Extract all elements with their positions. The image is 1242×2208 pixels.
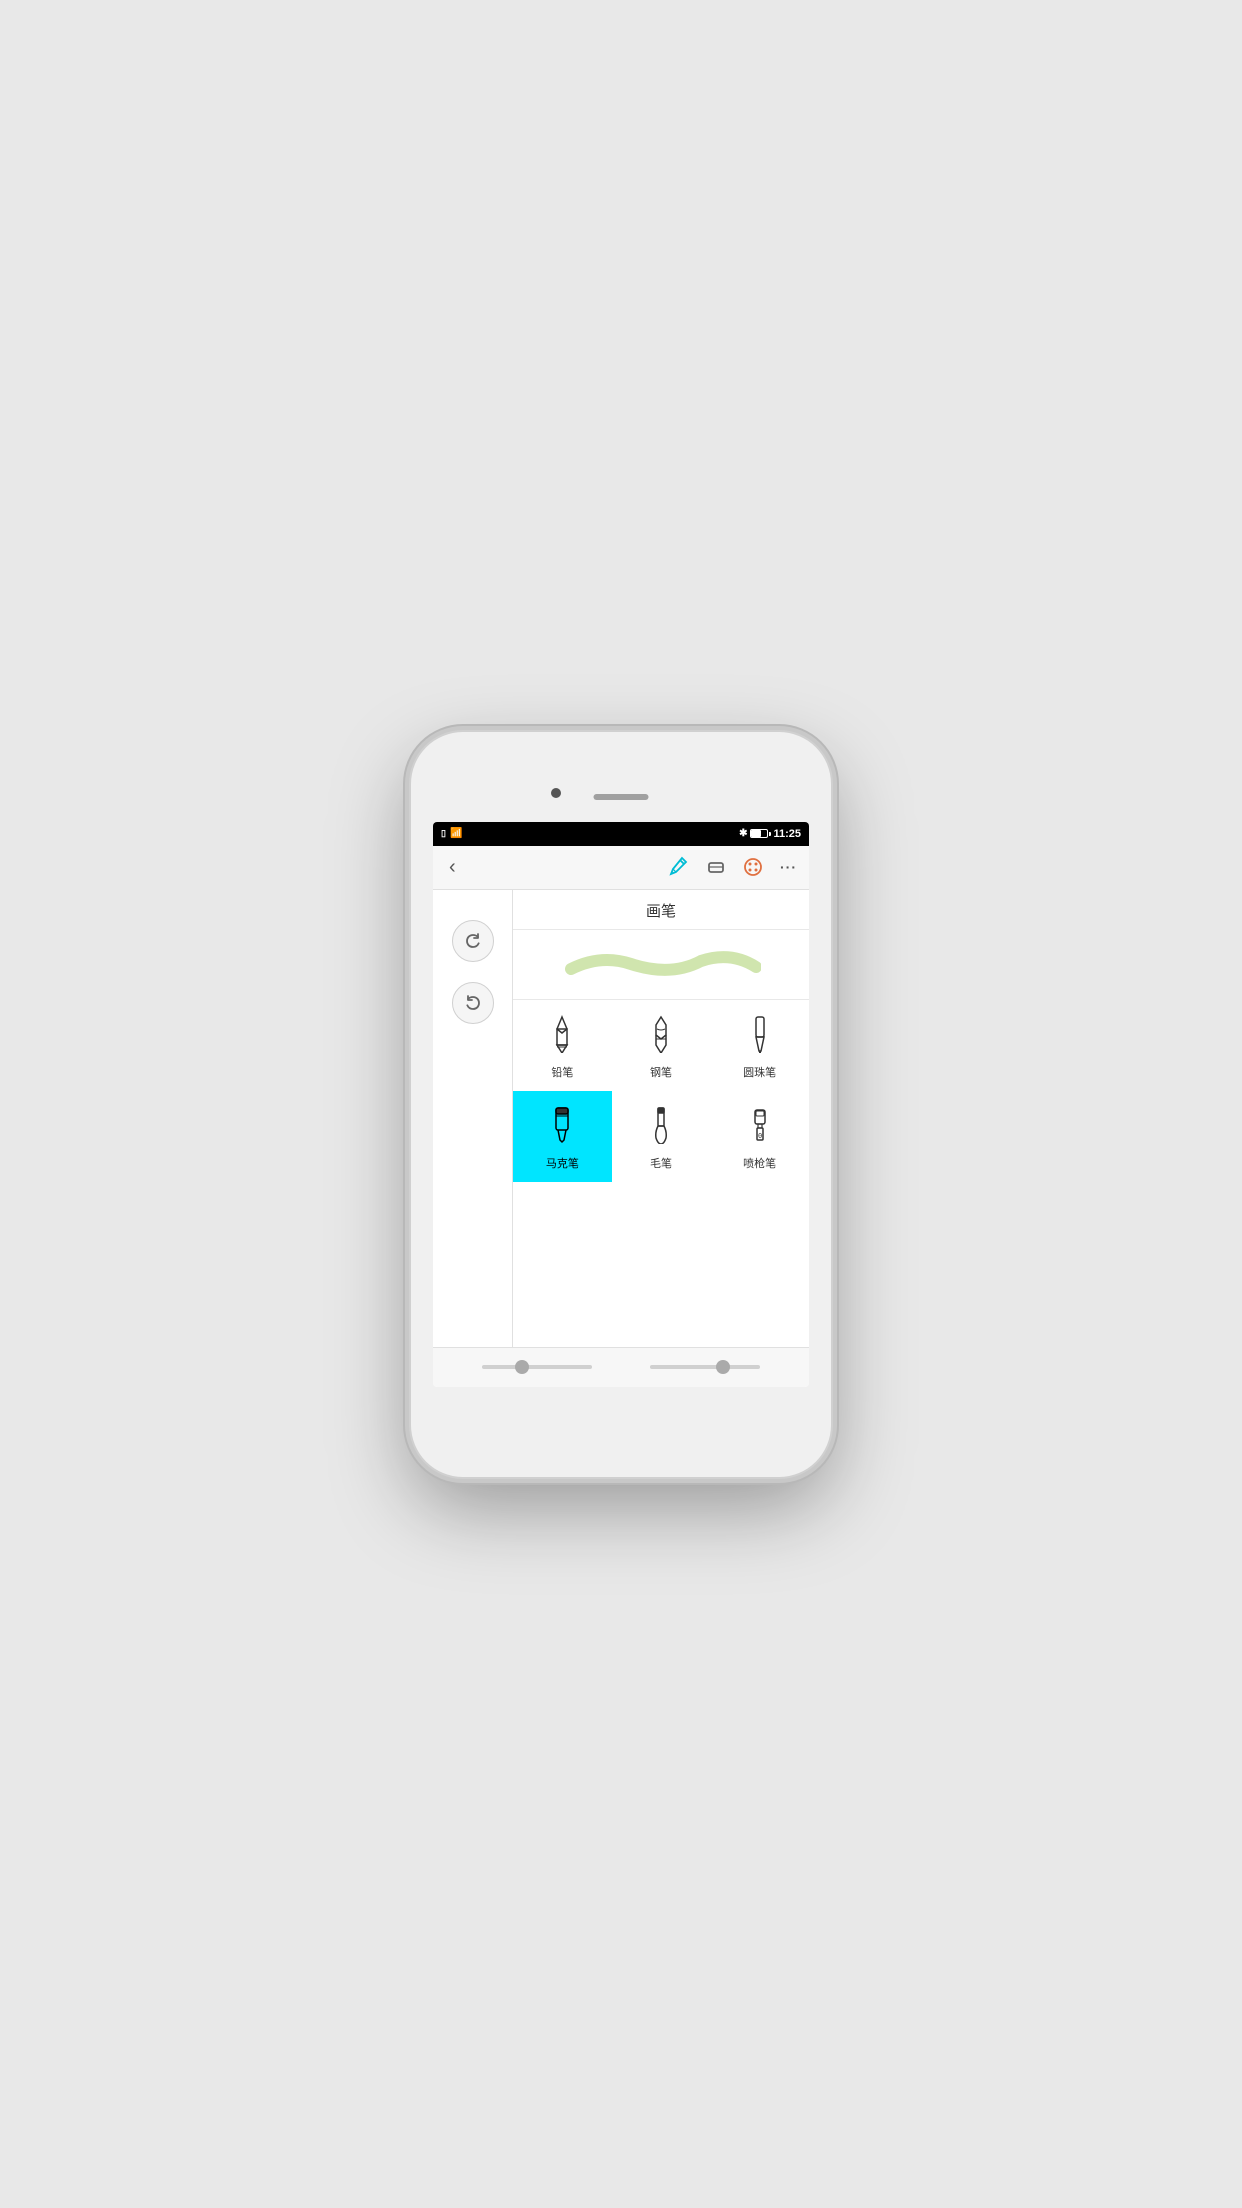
brush-item-marker[interactable]: 马克笔 <box>513 1091 612 1182</box>
brush-item-brush[interactable]: 毛笔 <box>612 1091 711 1182</box>
status-bar: ▯ 📶 ✱ 11:25 <box>433 822 809 846</box>
brush-grid: 铅笔 钢笔 <box>513 1000 809 1182</box>
status-left: ▯ 📶 <box>441 828 462 839</box>
opacity-slider-thumb[interactable] <box>716 1360 730 1374</box>
phone-camera <box>551 788 561 798</box>
brush-item-pencil[interactable]: 铅笔 <box>513 1000 612 1091</box>
pencil-icon <box>545 1015 579 1058</box>
stroke-preview <box>513 930 809 1000</box>
pencil-label: 铅笔 <box>551 1064 573 1080</box>
phone-screen: ▯ 📶 ✱ 11:25 ‹ <box>433 822 809 1387</box>
bottom-bar <box>433 1347 809 1387</box>
phone-frame: ▯ 📶 ✱ 11:25 ‹ <box>411 732 831 1477</box>
time-display: 11:25 <box>773 828 801 840</box>
pen-tool-button[interactable] <box>668 856 688 878</box>
marker-label: 马克笔 <box>546 1155 579 1171</box>
redo-button[interactable] <box>452 920 494 962</box>
undo-button[interactable] <box>452 982 494 1024</box>
battery-icon <box>750 829 768 838</box>
opacity-slider[interactable] <box>650 1365 760 1369</box>
svg-text:0: 0 <box>758 1132 762 1140</box>
bluetooth-icon: ✱ <box>739 828 747 839</box>
more-options-button[interactable]: ··· <box>780 859 797 875</box>
size-slider[interactable] <box>482 1365 592 1369</box>
left-panel <box>433 890 513 1347</box>
back-button[interactable]: ‹ <box>445 852 460 883</box>
pen-icon <box>644 1015 678 1058</box>
brush-label-text: 毛笔 <box>650 1155 672 1171</box>
status-right: ✱ 11:25 <box>739 828 801 840</box>
content-area: 画笔 <box>433 890 809 1347</box>
marker-icon <box>545 1106 579 1149</box>
ballpoint-label: 圆珠笔 <box>743 1064 776 1080</box>
toolbar-icons: ··· <box>668 856 797 878</box>
eraser-tool-button[interactable] <box>704 857 726 877</box>
wifi-icon: 📶 <box>450 828 462 839</box>
phone-speaker <box>594 794 649 800</box>
brush-item-pen[interactable]: 钢笔 <box>612 1000 711 1091</box>
brush-icon <box>644 1106 678 1149</box>
canvas-area[interactable] <box>513 1182 809 1347</box>
brush-item-spray[interactable]: 0 喷枪笔 <box>710 1091 809 1182</box>
palette-button[interactable] <box>742 856 764 878</box>
brush-panel: 画笔 <box>513 890 809 1347</box>
ballpoint-icon <box>743 1015 777 1058</box>
brush-panel-title: 画笔 <box>513 890 809 930</box>
spray-label: 喷枪笔 <box>743 1155 776 1171</box>
brush-item-ballpoint[interactable]: 圆珠笔 <box>710 1000 809 1091</box>
spray-icon: 0 <box>743 1106 777 1149</box>
toolbar: ‹ <box>433 846 809 890</box>
pen-label: 钢笔 <box>650 1064 672 1080</box>
size-slider-thumb[interactable] <box>515 1360 529 1374</box>
sim-icon: ▯ <box>441 828 446 839</box>
